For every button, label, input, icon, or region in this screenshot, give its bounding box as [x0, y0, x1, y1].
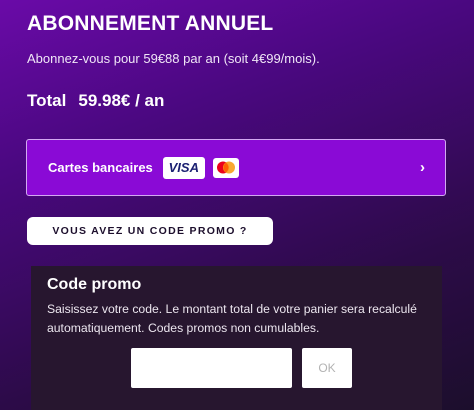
total-label: Total — [27, 91, 67, 110]
payment-method-cards-button[interactable]: Cartes bancaires VISA › — [26, 139, 446, 196]
promo-ok-button[interactable]: OK — [302, 348, 352, 388]
visa-logo-icon: VISA — [162, 156, 205, 179]
promo-code-panel: Code promo Saisissez votre code. Le mont… — [31, 266, 442, 410]
promo-panel-description: Saisissez votre code. Le montant total d… — [47, 302, 417, 335]
promo-code-input[interactable] — [131, 348, 292, 388]
total-row: Total 59.98€ / an — [27, 91, 164, 111]
promo-panel-title: Code promo — [47, 276, 142, 293]
total-amount: 59.98€ / an — [78, 91, 165, 110]
payment-method-label: Cartes bancaires — [48, 160, 153, 175]
subscription-title: ABONNEMENT ANNUEL — [27, 12, 274, 35]
subscription-description: Abonnez-vous pour 59€88 par an (soit 4€9… — [27, 51, 320, 66]
mastercard-logo-icon — [212, 157, 239, 178]
promo-code-toggle-button[interactable]: VOUS AVEZ UN CODE PROMO ? — [27, 217, 273, 245]
chevron-right-icon: › — [420, 159, 425, 176]
